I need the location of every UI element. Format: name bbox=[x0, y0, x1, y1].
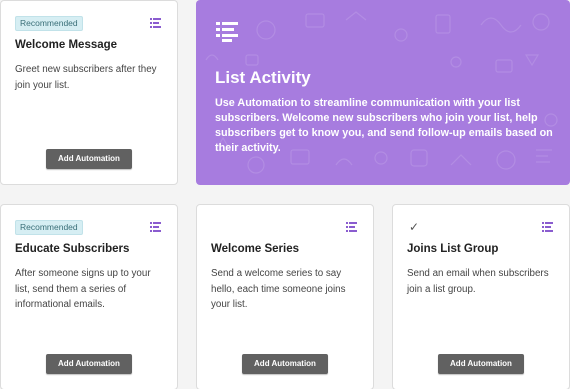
automation-card-joins-list-group: ✓ Joins List Group Send an email when su… bbox=[392, 204, 570, 389]
list-menu-icon[interactable] bbox=[346, 222, 357, 232]
add-automation-button[interactable]: Add Automation bbox=[242, 354, 328, 374]
recommended-badge: Recommended bbox=[15, 220, 83, 235]
card-description: Send a welcome series to say hello, each… bbox=[211, 268, 346, 310]
hero-title: List Activity bbox=[215, 68, 311, 87]
hero-description: Use Automation to streamline communicati… bbox=[215, 97, 553, 154]
automation-card-educate-subscribers: Recommended Educate Subscribers After so… bbox=[0, 204, 178, 389]
add-automation-button[interactable]: Add Automation bbox=[46, 354, 132, 374]
automation-card-welcome-message: Recommended Welcome Message Greet new su… bbox=[0, 0, 178, 185]
card-title: Welcome Series bbox=[211, 243, 300, 255]
list-activity-hero: List Activity Use Automation to streamli… bbox=[196, 0, 570, 185]
add-automation-button[interactable]: Add Automation bbox=[438, 354, 524, 374]
card-title: Joins List Group bbox=[407, 243, 499, 255]
card-description: After someone signs up to your list, sen… bbox=[15, 268, 151, 310]
card-title: Educate Subscribers bbox=[15, 243, 130, 255]
card-description: Greet new subscribers after they join yo… bbox=[15, 64, 157, 91]
add-automation-button[interactable]: Add Automation bbox=[46, 149, 132, 169]
list-icon bbox=[216, 22, 238, 42]
checkmark-icon: ✓ bbox=[409, 220, 420, 234]
card-description: Send an email when subscribers join a li… bbox=[407, 268, 549, 295]
list-menu-icon[interactable] bbox=[150, 18, 161, 28]
recommended-badge: Recommended bbox=[15, 16, 83, 31]
doodle-pattern bbox=[205, 11, 558, 174]
card-title: Welcome Message bbox=[15, 39, 118, 51]
list-menu-icon[interactable] bbox=[542, 222, 553, 232]
list-menu-icon[interactable] bbox=[150, 222, 161, 232]
automation-card-welcome-series: Welcome Series Send a welcome series to … bbox=[196, 204, 374, 389]
